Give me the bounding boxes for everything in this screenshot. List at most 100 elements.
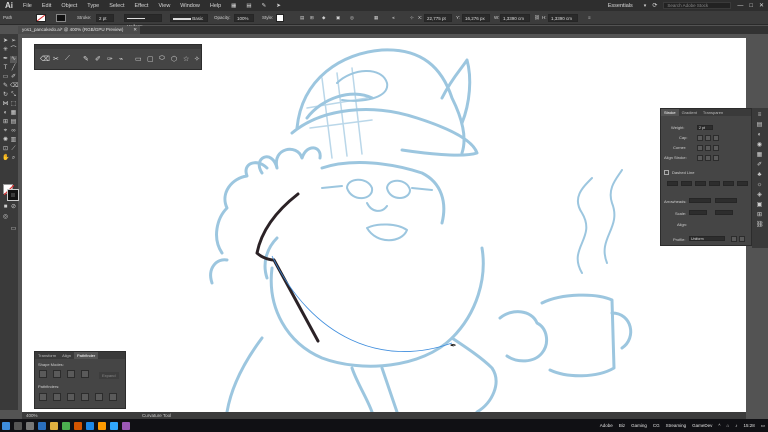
round-join-button[interactable] [705,145,711,151]
transform-icon[interactable]: ⊞ [310,14,314,22]
round-cap-button[interactable] [705,135,711,141]
stroke-weight-field[interactable]: 2 pt [96,14,114,22]
symbols-panel-icon[interactable]: ♣ [756,172,763,179]
menu-window[interactable]: Window [175,3,205,9]
intersect-button[interactable] [67,370,75,378]
toolbar-streaming[interactable]: Streaming [663,423,690,428]
artboard-canvas[interactable]: ✒ [22,38,746,412]
graph-tool-icon[interactable]: ▥ [10,137,17,144]
menu-type[interactable]: Type [82,3,104,9]
pen-tool-icon[interactable]: ✒ [2,56,9,63]
stroke-color-swatch[interactable] [7,189,19,201]
brushes-panel-icon[interactable]: ✐ [756,162,763,169]
lasso-tool-icon[interactable]: ⌒ [10,47,17,54]
color-panel-icon[interactable]: ◉ [756,142,763,149]
artboard-tool-icon[interactable]: ⊡ [2,146,9,153]
menu-object[interactable]: Object [56,3,82,9]
task-view-icon[interactable] [26,421,34,430]
dash-field-3[interactable] [723,181,734,186]
link-icon[interactable]: ⛓ [534,14,540,22]
direct-selection-tool-icon[interactable]: ➢ [10,38,17,45]
shape-builder-tool-icon[interactable]: ◐ [2,110,9,117]
tab-stroke[interactable]: Stroke [661,109,679,116]
photoshop-icon[interactable] [110,421,118,430]
flip-along-button[interactable] [731,236,737,242]
unite-button[interactable] [39,370,47,378]
width-tool-icon[interactable]: ⋈ [2,101,9,108]
rectangle-tool-icon[interactable]: ▭ [2,74,9,81]
curvature-tool-icon[interactable]: ∿ [10,56,17,63]
scale-tool-icon[interactable]: ⤡ [10,92,17,99]
search-stock-input[interactable]: Search Adobe Stock [663,2,732,9]
polygon-tool-icon[interactable]: ⬡ [171,55,177,63]
reference-point-icon[interactable]: ⊹ [410,14,414,22]
artboards-panel-icon[interactable]: ⊞ [756,212,763,219]
y-field[interactable]: 16,276 px [462,14,490,22]
minimize-icon[interactable]: — [737,3,743,9]
stroke-panel-icon[interactable]: ≡ [756,112,763,119]
smooth-tool-icon[interactable]: ✐ [95,55,101,63]
arrowhead-start-select[interactable] [689,198,711,203]
fill-swatch[interactable] [36,14,46,22]
rectangle-tool-icon[interactable]: ▭ [135,55,142,63]
slice-tool-icon[interactable]: ⟋ [10,146,17,153]
gradient-panel-icon[interactable]: ▤ [756,122,763,129]
toolbar-gamedev[interactable]: GameDev [689,423,715,428]
flare-tool-icon[interactable]: ✧ [194,55,200,63]
bridge-icon[interactable]: ▦ [226,3,241,9]
h-field[interactable]: 1,3390 cm [548,14,578,22]
none-color-icon[interactable]: ⊘ [10,204,17,211]
symbol-sprayer-tool-icon[interactable]: ✺ [2,137,9,144]
selection-tool-icon[interactable]: ➤ [2,38,9,45]
transparency-panel-icon[interactable]: ◐ [756,132,763,139]
links-panel-icon[interactable]: ⛓ [756,222,764,229]
expand-button[interactable]: Expand [99,372,119,379]
gap-field-2[interactable] [709,181,720,186]
sync-icon[interactable]: ⟳ [652,2,657,9]
notifications-icon[interactable]: ▭ [758,423,768,429]
menu-select[interactable]: Select [104,3,129,9]
pencil-tool-icon[interactable]: ✎ [2,83,9,90]
tray-chevron-icon[interactable]: ^ [715,423,723,428]
minus-back-button[interactable] [109,393,117,401]
volume-icon[interactable]: ♪ [732,423,740,428]
toolbar-adobe[interactable]: Adobe [597,423,616,428]
spotify-icon[interactable] [62,421,70,430]
align-center-button[interactable] [697,155,703,161]
clock[interactable]: 15:28 [740,423,757,428]
scale-start-field[interactable] [689,210,707,215]
pencil-tool-icon[interactable]: ✎ [83,55,89,63]
tab-transform[interactable]: Transform [35,352,59,359]
align-left-icon[interactable]: ⫷ [392,14,395,22]
recolor-icon-2[interactable]: ▦ [374,14,378,22]
graphic-style-swatch[interactable] [276,14,284,22]
network-icon[interactable]: ⌂ [724,423,733,428]
arrowhead-end-select[interactable] [715,198,737,203]
menu-help[interactable]: Help [205,3,226,9]
eyedropper-tool-icon[interactable]: ⌖ [2,128,9,135]
tab-gradient[interactable]: Gradient [679,109,700,116]
w-field[interactable]: 1,3390 cm [500,14,530,22]
appearance-panel-icon[interactable]: ☼ [756,182,763,189]
flip-across-button[interactable] [739,236,745,242]
bevel-join-button[interactable] [713,145,719,151]
line-tool-icon[interactable]: ╱ [10,65,17,72]
dashed-line-checkbox[interactable] [664,170,669,175]
recolor-icon[interactable]: ◎ [350,14,354,22]
merge-button[interactable] [67,393,75,401]
rounded-rectangle-tool-icon[interactable]: ▢ [147,55,154,63]
align-icon[interactable]: ▤ [300,14,304,22]
close-icon[interactable]: ✕ [759,2,764,9]
edge-icon[interactable] [38,421,46,430]
align-outside-button[interactable] [713,155,719,161]
arrange-icon[interactable]: ▤ [241,3,256,9]
firefox-icon[interactable] [74,421,82,430]
join-tool-icon[interactable]: ⌁ [119,55,123,63]
free-transform-tool-icon[interactable]: ⬚ [10,101,17,108]
toolbar-biz[interactable]: Biz [616,423,628,428]
rotate-tool-icon[interactable]: ↻ [2,92,9,99]
crop-button[interactable] [81,393,89,401]
menu-file[interactable]: File [18,3,37,9]
brush-definition[interactable]: Basic [170,14,208,22]
layers-panel-icon[interactable]: ◈ [756,192,763,199]
